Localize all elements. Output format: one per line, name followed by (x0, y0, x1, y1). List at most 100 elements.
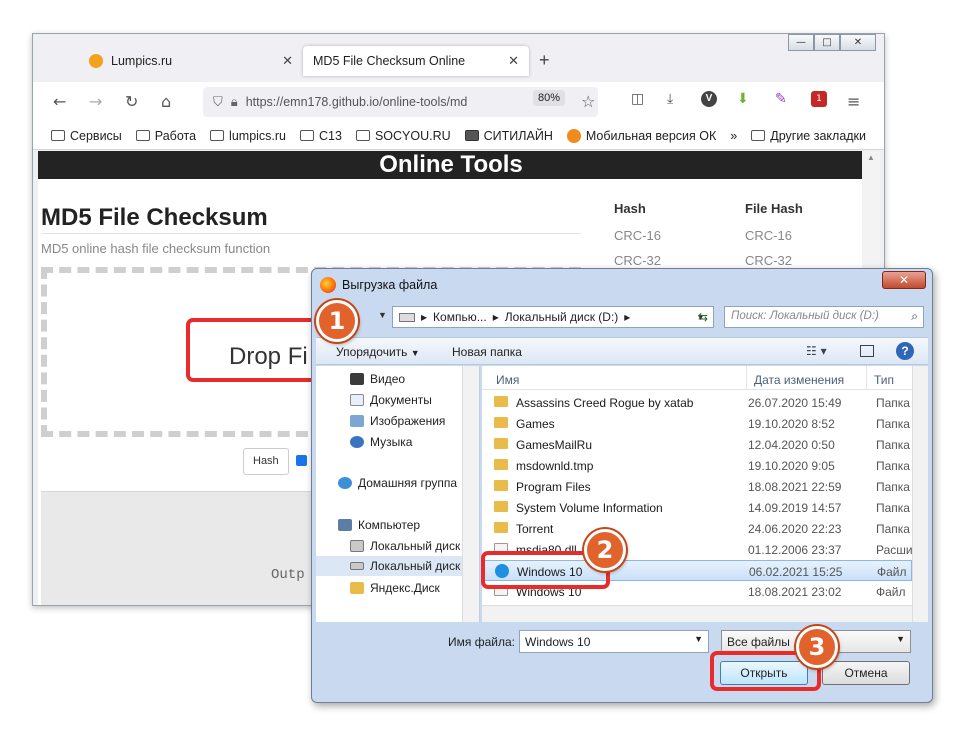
forward-arrow-icon[interactable]: → (89, 92, 102, 111)
horizontal-scrollbar[interactable] (482, 605, 912, 622)
column-separator (866, 366, 867, 390)
feather-extension-icon[interactable]: ✎ (775, 91, 787, 107)
nav-item-music[interactable]: Музыка (350, 435, 412, 449)
bookmark-item[interactable]: Мобильная версия ОК (566, 128, 716, 143)
organize-menu[interactable]: Упорядочить ▼ (336, 345, 420, 359)
shield-icon: ⛉ (213, 94, 223, 110)
bookmark-label: СИТИЛАЙН (483, 128, 553, 143)
hash-button[interactable]: Hash (243, 448, 289, 475)
file-name: System Volume Information (516, 501, 663, 515)
nav-item-local-disk-d[interactable]: Локальный диск (316, 556, 462, 576)
menu-icon[interactable]: ≡ (847, 92, 860, 111)
tab-close-icon[interactable]: ✕ (282, 53, 293, 69)
dialog-close-button[interactable]: ✕ (882, 271, 926, 289)
folder-icon (494, 501, 508, 512)
file-row[interactable]: System Volume Information 14.09.2019 14:5… (482, 497, 912, 518)
folder-icon (135, 130, 150, 141)
file-hash-link[interactable]: CRC-32 (745, 253, 803, 268)
file-date: 12.04.2020 0:50 (748, 438, 835, 452)
pocket-icon[interactable]: ◫ (631, 91, 644, 107)
chevron-down-icon[interactable]: ▼ (896, 634, 905, 644)
column-separator (746, 366, 747, 390)
folder-icon (494, 396, 508, 407)
nav-item-homegroup[interactable]: Домашняя группа (338, 476, 457, 490)
organize-label: Упорядочить (336, 345, 408, 359)
site-banner: Online Tools (38, 151, 864, 179)
tab-lumpics[interactable]: Lumpics.ru ✕ (79, 46, 303, 76)
file-name: msdownld.tmp (516, 459, 594, 473)
folder-icon (494, 522, 508, 533)
nav-label: Изображения (370, 414, 446, 428)
more-bookmarks-icon[interactable]: » (730, 129, 737, 143)
folder-icon (355, 130, 370, 141)
breadcrumb-disk-d[interactable]: Локальный диск (D:) (505, 310, 619, 324)
bookmark-star-icon[interactable]: ☆ (581, 92, 595, 111)
auto-update-checkbox[interactable] (296, 455, 307, 466)
nav-item-video[interactable]: Видео (350, 372, 405, 386)
nav-item-yandex-disk[interactable]: Яндекс.Диск (350, 581, 440, 595)
file-row[interactable]: Assassins Creed Rogue by xatab 26.07.2020… (482, 392, 912, 413)
hash-link[interactable]: CRC-16 (614, 228, 661, 243)
bookmark-item[interactable]: Работа (135, 129, 196, 143)
bookmark-item[interactable]: lumpics.ru (210, 129, 286, 143)
help-icon[interactable]: ? (896, 342, 914, 360)
new-folder-button[interactable]: Новая папка (452, 345, 522, 359)
file-scrollbar[interactable] (912, 366, 928, 622)
column-type[interactable]: Тип (874, 373, 894, 387)
file-row[interactable]: Program Files 18.08.2021 22:59 Папка (482, 476, 912, 497)
bookmark-item[interactable]: SOCYOU.RU (355, 129, 451, 143)
bookmark-item[interactable]: Сервисы (51, 129, 122, 143)
tab-md5-checksum[interactable]: MD5 File Checksum Online ✕ (303, 46, 529, 76)
dialog-title: Выгрузка файла (342, 278, 438, 292)
ublock-extension-icon[interactable]: 1 (811, 91, 827, 107)
bookmark-item[interactable]: СИТИЛАЙН (464, 128, 553, 143)
view-options-icon[interactable]: ☷ ▾ (806, 344, 827, 358)
hash-link[interactable]: CRC-32 (614, 253, 661, 268)
other-bookmarks[interactable]: Другие закладки (751, 129, 866, 143)
file-date: 18.08.2021 23:02 (748, 585, 842, 599)
nav-item-pictures[interactable]: Изображения (350, 414, 445, 428)
file-row[interactable]: msdownld.tmp 19.10.2020 9:05 Папка (482, 455, 912, 476)
chevron-down-icon[interactable]: ▼ (694, 634, 703, 644)
bookmark-label: lumpics.ru (229, 128, 287, 143)
page-subtitle: MD5 online hash file checksum function (41, 241, 271, 256)
breadcrumb-computer[interactable]: Компью... (433, 310, 487, 324)
history-dropdown-icon[interactable]: ▼ (378, 310, 387, 320)
cancel-button[interactable]: Отмена (822, 661, 910, 685)
file-row[interactable]: GamesMailRu 12.04.2020 0:50 Папка (482, 434, 912, 455)
file-hash-header: File Hash (745, 201, 803, 216)
nav-item-local-disk-c[interactable]: Локальный диск (350, 539, 460, 553)
music-icon (350, 436, 364, 448)
column-date[interactable]: Дата изменения (754, 373, 844, 387)
download-icon[interactable]: ⤓ (667, 91, 673, 107)
search-input[interactable]: Поиск: Локальный диск (D:) ⌕ (724, 306, 924, 328)
nav-item-computer[interactable]: Компьютер (338, 518, 420, 532)
android-extension-icon[interactable]: ⬇ (737, 91, 749, 107)
tab-close-icon[interactable]: ✕ (508, 53, 519, 69)
bookmark-item[interactable]: C13 (300, 129, 342, 143)
zoom-level[interactable]: 80% (533, 90, 566, 106)
filename-input[interactable]: Windows 10 ▼ (519, 630, 709, 653)
column-name[interactable]: Имя (496, 373, 519, 387)
nav-item-documents[interactable]: Документы (350, 393, 432, 407)
home-icon[interactable]: ⌂ (161, 92, 171, 111)
search-icon[interactable]: ⌕ (911, 309, 918, 324)
page-title: MD5 File Checksum (41, 204, 268, 231)
file-row[interactable]: Torrent 24.06.2020 22:23 Папка (482, 518, 912, 539)
file-type: Расши (876, 543, 913, 557)
file-type: Папка (876, 417, 910, 431)
nav-scrollbar[interactable] (462, 366, 479, 622)
file-name: Assassins Creed Rogue by xatab (516, 396, 694, 410)
reload-icon[interactable]: ↻ (125, 92, 138, 111)
back-arrow-icon[interactable]: ← (53, 92, 66, 111)
preview-pane-icon[interactable] (860, 345, 874, 357)
file-hash-list: File Hash CRC-16 CRC-32 (745, 201, 803, 278)
refresh-icon[interactable]: ⇆ (698, 310, 708, 324)
file-date: 18.08.2021 22:59 (748, 480, 842, 494)
path-bar[interactable]: ▸ Компью... ▸ Локальный диск (D:) ▸ ▼ (392, 306, 714, 328)
file-row[interactable]: Games 19.10.2020 8:52 Папка (482, 413, 912, 434)
file-name: GamesMailRu (516, 438, 593, 452)
vpn-extension-icon[interactable]: V (701, 91, 717, 107)
file-hash-link[interactable]: CRC-16 (745, 228, 803, 243)
new-tab-button[interactable]: + (539, 50, 550, 71)
